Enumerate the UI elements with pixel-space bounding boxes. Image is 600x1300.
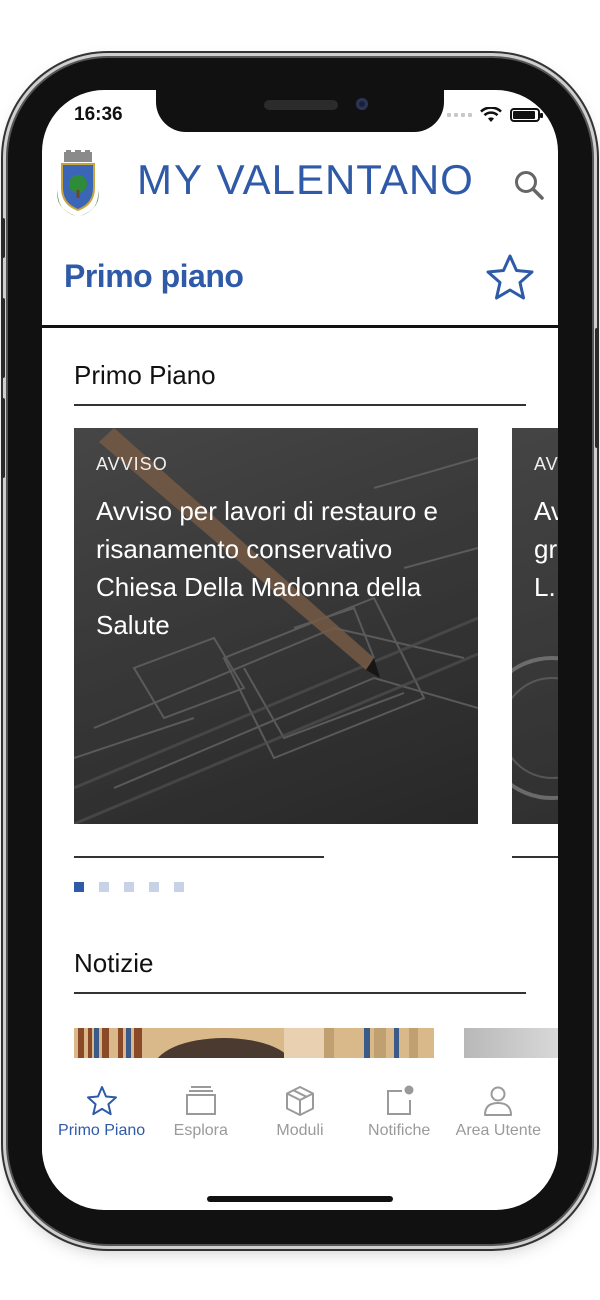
volume-down-button — [1, 398, 5, 478]
cube-icon — [285, 1086, 314, 1116]
battery-icon — [510, 108, 543, 122]
wifi-icon — [480, 107, 502, 122]
favorite-star-icon[interactable] — [484, 252, 536, 304]
cards-stack-icon — [185, 1086, 216, 1115]
user-icon — [484, 1086, 513, 1116]
tab-esplora[interactable]: Esplora — [153, 1060, 249, 1170]
section-title-notizie: Notizie — [74, 948, 154, 978]
front-camera — [356, 98, 368, 110]
tab-notifiche[interactable]: Notifiche — [351, 1060, 447, 1170]
power-button — [595, 328, 599, 448]
app-logo: MY VALENTANO — [137, 156, 474, 204]
card-divider-next — [512, 856, 558, 858]
tab-label: Esplora — [173, 1122, 228, 1139]
app-header: MY VALENTANO — [42, 146, 558, 226]
carousel-dot-active[interactable] — [74, 882, 84, 892]
carousel-dot[interactable] — [149, 882, 159, 892]
tab-label: Moduli — [276, 1122, 324, 1139]
news-thumbnail[interactable] — [74, 1028, 434, 1058]
card-overlay — [512, 428, 558, 824]
mute-switch — [1, 218, 5, 258]
municipality-crest-icon — [57, 150, 99, 216]
bottom-tab-bar: Primo Piano Esplora Moduli Notifiche Are… — [42, 1060, 558, 1170]
card-divider — [74, 856, 324, 858]
news-thumbnail-next[interactable] — [464, 1028, 558, 1058]
notch — [156, 90, 444, 132]
home-indicator[interactable] — [207, 1196, 393, 1202]
speaker-grille — [264, 100, 338, 110]
notification-icon — [387, 1085, 414, 1115]
tab-area-utente[interactable]: Area Utente — [450, 1060, 546, 1170]
app-screen: 16:36 MY VALENTANO Primo piano Primo Pia… — [42, 90, 558, 1210]
logo-prefix: MY — [137, 156, 204, 203]
status-time: 16:36 — [74, 104, 123, 125]
carousel-dot[interactable] — [124, 882, 134, 892]
section-divider — [74, 992, 526, 994]
tab-moduli[interactable]: Moduli — [252, 1060, 348, 1170]
tab-label: Area Utente — [455, 1122, 542, 1139]
carousel-card[interactable]: AVVISO Avviso per lavori di restauro e r… — [74, 428, 478, 824]
section-title-primo-piano: Primo Piano — [74, 360, 216, 390]
volume-up-button — [1, 298, 5, 378]
carousel-dot[interactable] — [99, 882, 109, 892]
tab-label: Primo Piano — [58, 1122, 146, 1139]
signal-icon — [447, 113, 472, 117]
star-icon — [86, 1086, 117, 1116]
logo-name: VALENTANO — [216, 156, 474, 203]
card-title-partial: Av gr L. — [534, 496, 558, 602]
status-icons — [447, 107, 543, 123]
card-category: AVVISO — [96, 454, 168, 474]
card-category: AV — [534, 454, 558, 474]
carousel-card-next[interactable]: AV Av gr L. — [512, 428, 558, 824]
search-icon[interactable] — [512, 168, 546, 202]
tab-label: Notifiche — [368, 1122, 431, 1139]
carousel-pagination — [74, 882, 184, 892]
card-title: Avviso per lavori di restauro e risaname… — [96, 496, 439, 640]
tab-primo-piano[interactable]: Primo Piano — [54, 1060, 150, 1170]
page-titlebar: Primo piano — [42, 238, 558, 328]
section-divider — [74, 404, 526, 406]
page-title: Primo piano — [64, 258, 244, 294]
carousel-dot[interactable] — [174, 882, 184, 892]
